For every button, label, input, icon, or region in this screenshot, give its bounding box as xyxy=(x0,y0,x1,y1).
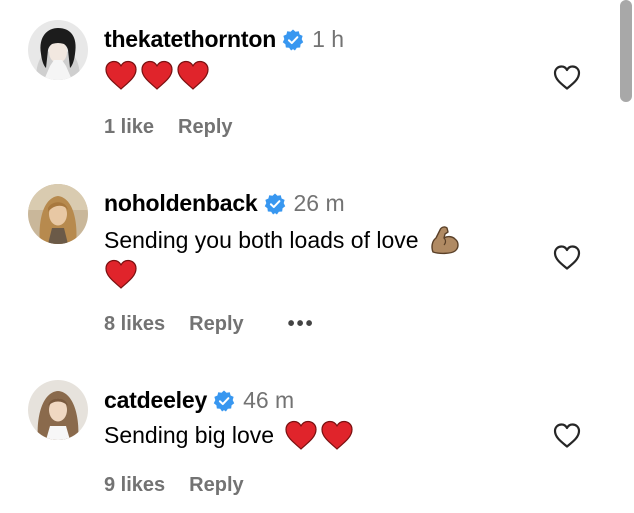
comment-time[interactable]: 1 h xyxy=(312,26,344,53)
verified-badge-icon xyxy=(264,193,286,215)
like-heart-icon[interactable] xyxy=(552,243,582,271)
comment-item: thekatethornton 1 h 1 like Reply xyxy=(0,0,620,170)
red-heart-icon xyxy=(140,60,174,90)
reply-button[interactable]: Reply xyxy=(178,116,232,139)
comment-text: Sending you both loads of love xyxy=(104,223,461,257)
more-options-icon[interactable]: ••• xyxy=(288,313,315,336)
flexed-biceps-icon xyxy=(429,225,461,255)
comment-header: noholdenback 26 m xyxy=(104,190,345,217)
likes-count[interactable]: 1 like xyxy=(104,116,154,139)
like-heart-icon[interactable] xyxy=(552,63,582,91)
verified-badge-icon xyxy=(213,390,235,412)
username-link[interactable]: noholdenback xyxy=(104,190,258,217)
comment-item: noholdenback 26 m Sending you both loads… xyxy=(0,170,620,360)
comment-header: thekatethornton 1 h xyxy=(104,26,344,53)
reply-button[interactable]: Reply xyxy=(189,474,243,497)
likes-count[interactable]: 8 likes xyxy=(104,313,165,336)
comments-panel: thekatethornton 1 h 1 like Reply noholde… xyxy=(0,0,634,513)
verified-badge-icon xyxy=(282,29,304,51)
comment-text-line xyxy=(104,257,138,291)
comment-text-content: Sending you both loads of love xyxy=(104,226,419,253)
red-heart-icon xyxy=(320,420,354,450)
scrollbar-thumb[interactable] xyxy=(620,0,632,102)
comment-text: Sending big love xyxy=(104,418,354,452)
red-heart-icon xyxy=(104,60,138,90)
avatar[interactable] xyxy=(28,380,88,440)
comment-meta: 8 likes Reply ••• xyxy=(104,313,315,336)
comment-time[interactable]: 26 m xyxy=(294,190,345,217)
avatar[interactable] xyxy=(28,20,88,80)
comment-meta: 1 like Reply xyxy=(104,116,233,139)
red-heart-icon xyxy=(284,420,318,450)
red-heart-icon xyxy=(104,259,138,289)
comment-text xyxy=(104,58,210,92)
like-heart-icon[interactable] xyxy=(552,421,582,449)
comment-text-content: Sending big love xyxy=(104,421,275,448)
username-link[interactable]: catdeeley xyxy=(104,387,207,414)
username-link[interactable]: thekatethornton xyxy=(104,26,276,53)
reply-button[interactable]: Reply xyxy=(189,313,243,336)
red-heart-icon xyxy=(176,60,210,90)
scrollbar-track[interactable] xyxy=(618,0,634,513)
comment-item: catdeeley 46 m Sending big love 9 likes … xyxy=(0,360,620,513)
avatar[interactable] xyxy=(28,184,88,244)
comment-meta: 9 likes Reply xyxy=(104,474,244,497)
comment-header: catdeeley 46 m xyxy=(104,387,294,414)
likes-count[interactable]: 9 likes xyxy=(104,474,165,497)
comment-time[interactable]: 46 m xyxy=(243,387,294,414)
